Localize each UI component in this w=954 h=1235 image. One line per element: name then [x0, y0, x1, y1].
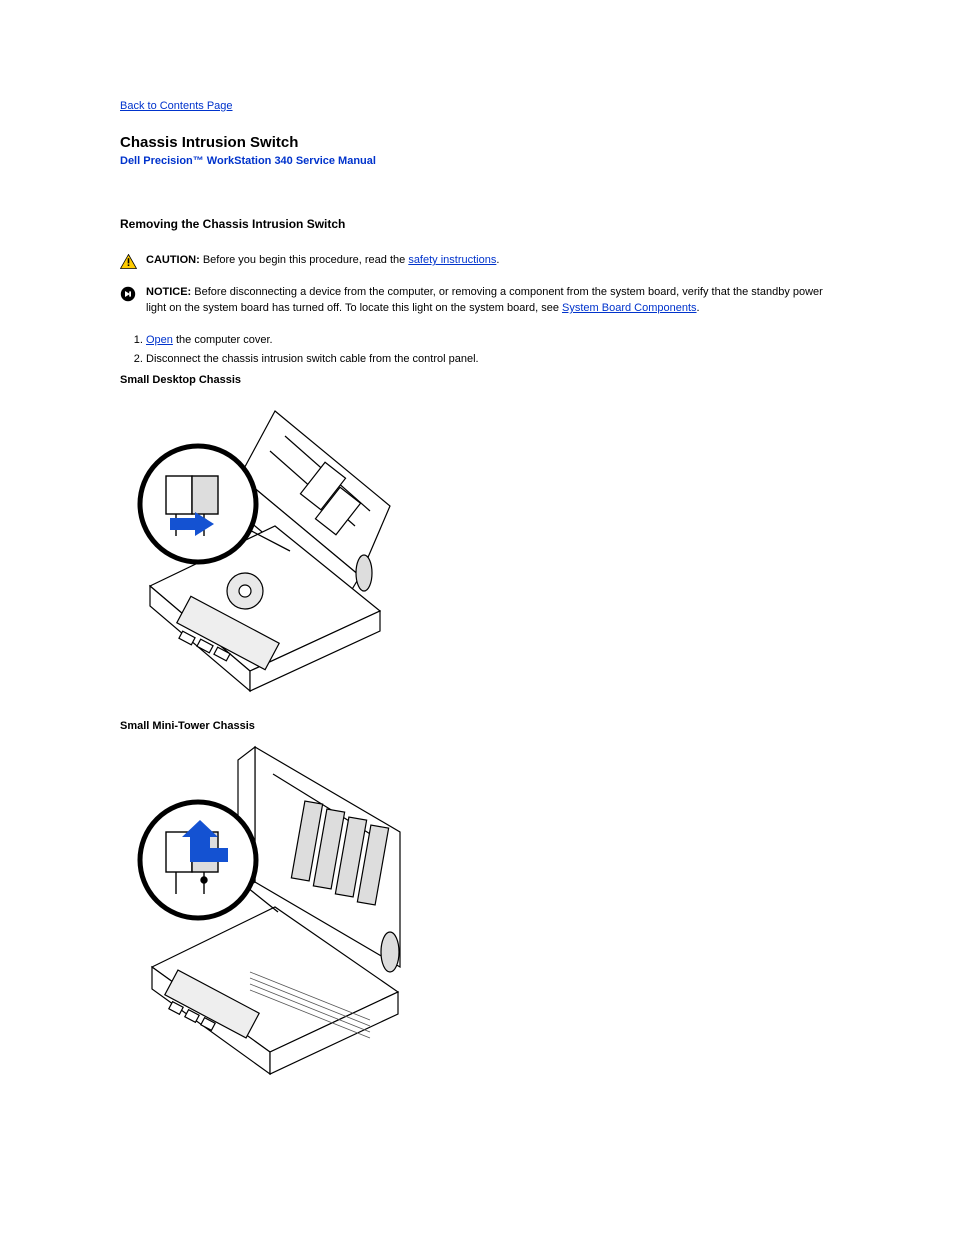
section-heading: Removing the Chassis Intrusion Switch [120, 217, 834, 231]
step-1-after: . [270, 334, 273, 346]
figure2-caption: Small Mini-Tower Chassis [120, 720, 834, 732]
step-1: Open the computer cover. [146, 333, 834, 349]
steps-list: Open the computer cover. Disconnect the … [146, 333, 834, 368]
manual-subtitle: Dell Precision™ WorkStation 340 Service … [120, 155, 834, 167]
notice-row: NOTICE: Before disconnecting a device fr… [120, 285, 834, 317]
figure1 [120, 396, 834, 696]
sysboard-components-link[interactable]: System Board Components [562, 302, 697, 314]
caution-text-before: Before you begin this procedure, read th… [203, 254, 408, 266]
open-cover-link[interactable]: Open [146, 334, 173, 346]
back-to-contents-link[interactable]: Back to Contents Page [120, 100, 233, 112]
notice-icon [120, 286, 138, 302]
step-1-mid: the computer cover [173, 334, 270, 346]
notice-label: NOTICE: [146, 286, 191, 298]
caution-row: CAUTION: Before you begin this procedure… [120, 253, 834, 269]
figure2 [120, 742, 834, 1082]
caution-text-after: . [496, 254, 499, 266]
notice-text-after: . [697, 302, 700, 314]
page-title: Chassis Intrusion Switch [120, 134, 834, 151]
step-2: Disconnect the chassis intrusion switch … [146, 352, 834, 368]
figure1-caption: Small Desktop Chassis [120, 374, 834, 386]
safety-instructions-link[interactable]: safety instructions [408, 254, 496, 266]
caution-icon [120, 254, 138, 269]
caution-label: CAUTION: [146, 254, 200, 266]
notice-text-before: Before disconnecting a device from the c… [146, 286, 823, 314]
